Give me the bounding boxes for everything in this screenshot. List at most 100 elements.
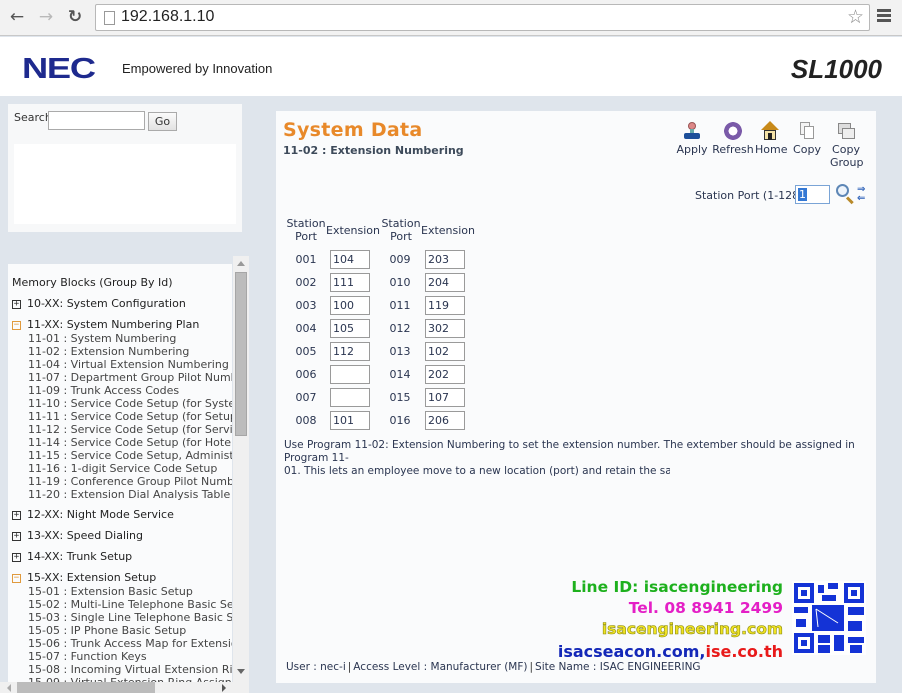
tree-group-label[interactable]: 10-XX: System Configuration (27, 297, 186, 310)
collapse-icon[interactable]: − (12, 574, 21, 583)
extension-input-right[interactable]: 119 (425, 296, 465, 315)
tree-group-label[interactable]: 14-XX: Trunk Setup (27, 550, 132, 563)
promo-watermark: Line ID: isacengineering Tel. 08 8941 24… (557, 576, 871, 666)
tree-item[interactable]: 15-07 : Function Keys (28, 650, 232, 663)
tree-item[interactable]: 11-12 : Service Code Setup (for Service … (28, 423, 232, 436)
tree-item[interactable]: 11-07 : Department Group Pilot Numbers (28, 371, 232, 384)
tree-item[interactable]: 15-02 : Multi-Line Telephone Basic Setup (28, 598, 232, 611)
refresh-button[interactable]: Refresh (712, 121, 754, 156)
page-title: System Data (283, 119, 423, 141)
tree-item[interactable]: 11-16 : 1-digit Service Code Setup (28, 462, 232, 475)
tree-item[interactable]: 11-20 : Extension Dial Analysis Table (28, 488, 232, 501)
tree-item[interactable]: 11-02 : Extension Numbering (28, 345, 232, 358)
extension-input-left[interactable]: 105 (330, 319, 370, 338)
scroll-thumb-horizontal[interactable] (17, 682, 155, 693)
tree-item[interactable]: 11-09 : Trunk Access Codes (28, 384, 232, 397)
tree-item[interactable]: 15-03 : Single Line Telephone Basic Setu… (28, 611, 232, 624)
tree-horizontal-scrollbar[interactable] (0, 682, 249, 693)
station-port-left: 005 (295, 345, 317, 358)
tree-group[interactable]: +12-XX: Night Mode Service (12, 508, 232, 522)
station-port-right: 009 (389, 253, 411, 266)
extension-input-left[interactable]: 100 (330, 296, 370, 315)
tree-group[interactable]: +10-XX: System Configuration (12, 297, 232, 311)
tree-item[interactable]: 11-10 : Service Code Setup (for System A… (28, 397, 232, 410)
extension-input-left[interactable]: 112 (330, 342, 370, 361)
tree-vertical-scrollbar[interactable] (233, 256, 249, 682)
extension-input-left[interactable] (330, 365, 370, 384)
promo-tel: Tel. 08 8941 2499 (628, 599, 783, 617)
station-port-input[interactable]: 1 (795, 185, 830, 204)
station-port-right: 012 (389, 322, 411, 335)
address-bar[interactable]: 192.168.1.10 ☆ (95, 4, 870, 31)
scroll-left-icon[interactable] (7, 684, 11, 692)
extension-input-right[interactable]: 107 (425, 388, 465, 407)
refresh-icon (723, 121, 743, 141)
tree-item[interactable]: 11-01 : System Numbering (28, 332, 232, 345)
home-button[interactable]: Home (755, 121, 787, 156)
expand-icon[interactable]: + (12, 553, 21, 562)
copy-group-button[interactable]: Copy Group (830, 121, 864, 169)
scroll-down-icon[interactable] (237, 669, 245, 674)
tree-item[interactable]: 11-15 : Service Code Setup, Administrati… (28, 449, 232, 462)
extension-input-left[interactable]: 111 (330, 273, 370, 292)
collapse-icon[interactable]: − (12, 321, 21, 330)
station-port-right: 014 (389, 368, 411, 381)
star-icon[interactable]: ☆ (847, 6, 864, 28)
extension-input-right[interactable]: 206 (425, 411, 465, 430)
tree-item[interactable]: 11-04 : Virtual Extension Numbering (28, 358, 232, 371)
station-port-right: 016 (389, 414, 411, 427)
forward-arrow-icon[interactable]: → (35, 6, 57, 28)
promo-site2: isacseacon.com,ise.co.th (557, 642, 783, 661)
tree-item[interactable]: 11-11 : Service Code Setup (for Setup/En… (28, 410, 232, 423)
scroll-right-icon[interactable] (222, 684, 226, 692)
scroll-up-icon[interactable] (237, 261, 245, 266)
station-port-left: 003 (295, 299, 317, 312)
tree-group[interactable]: −15-XX: Extension Setup (12, 571, 232, 585)
extension-input-right[interactable]: 202 (425, 365, 465, 384)
search-icon[interactable] (836, 184, 856, 205)
apply-button[interactable]: Apply (674, 121, 710, 156)
expand-icon[interactable]: + (12, 532, 21, 541)
station-port-left: 002 (295, 276, 317, 289)
tree-item[interactable]: 15-06 : Trunk Access Map for Extensions (28, 637, 232, 650)
nec-logo: NEC (22, 53, 96, 85)
tree-item[interactable]: 15-01 : Extension Basic Setup (28, 585, 232, 598)
tree-group-label[interactable]: 13-XX: Speed Dialing (27, 529, 143, 542)
reload-icon[interactable]: ↻ (64, 6, 86, 28)
expand-icon[interactable]: + (12, 511, 21, 520)
back-arrow-icon[interactable]: ← (6, 6, 28, 28)
footer-access-level: Access Level : Manufacturer (MF) (353, 661, 528, 673)
url-text[interactable]: 192.168.1.10 (121, 8, 214, 26)
tagline: Empowered by Innovation (122, 61, 273, 76)
extension-input-left[interactable]: 104 (330, 250, 370, 269)
tree-group[interactable]: −11-XX: System Numbering Plan (12, 318, 232, 332)
navigate-arrows-icon[interactable]: ⇒ ⇐ (857, 185, 869, 204)
tree-group[interactable]: +13-XX: Speed Dialing (12, 529, 232, 543)
copy-button[interactable]: Copy (792, 121, 822, 156)
extension-input-right[interactable]: 203 (425, 250, 465, 269)
go-button[interactable]: Go (148, 112, 177, 131)
extension-input-left[interactable]: 101 (330, 411, 370, 430)
tree-group-label[interactable]: 12-XX: Night Mode Service (27, 508, 174, 521)
search-input[interactable] (48, 111, 145, 130)
tree-children: 11-01 : System Numbering 11-02 : Extensio… (12, 332, 232, 501)
tree-item[interactable]: 11-14 : Service Code Setup (for Hotel) (28, 436, 232, 449)
tree-item[interactable]: 15-08 : Incoming Virtual Extension Ring … (28, 663, 232, 676)
tree-item[interactable]: 15-05 : IP Phone Basic Setup (28, 624, 232, 637)
tree-item[interactable]: 11-19 : Conference Group Pilot Numbers (28, 475, 232, 488)
tree-children: 15-01 : Extension Basic Setup 15-02 : Mul… (12, 585, 232, 682)
tree-group-label[interactable]: 11-XX: System Numbering Plan (27, 318, 199, 331)
extension-input-right[interactable]: 302 (425, 319, 465, 338)
expand-icon[interactable]: + (12, 300, 21, 309)
station-port-right: 013 (389, 345, 411, 358)
qr-code-icon (792, 581, 866, 655)
extension-input-right[interactable]: 204 (425, 273, 465, 292)
tree-group-label[interactable]: 15-XX: Extension Setup (27, 571, 156, 584)
extension-input-right[interactable]: 102 (425, 342, 465, 361)
hamburger-menu-icon[interactable] (877, 9, 891, 24)
scroll-thumb[interactable] (235, 272, 247, 436)
extension-input-left[interactable] (330, 388, 370, 407)
search-results (14, 144, 236, 224)
promo-line-id: Line ID: isacengineering (571, 578, 783, 596)
tree-group[interactable]: +14-XX: Trunk Setup (12, 550, 232, 564)
